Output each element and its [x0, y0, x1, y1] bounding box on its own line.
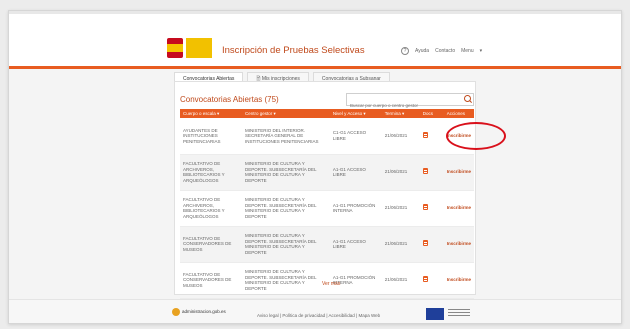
chevron-down-icon[interactable]: ▾ [480, 48, 483, 54]
termina-cell: 21/06/2021 [381, 226, 420, 263]
inscribirme-link[interactable]: Inscribirme [447, 169, 471, 174]
government-logo[interactable] [167, 38, 213, 58]
docs-cell [419, 190, 444, 227]
inscribirme-link[interactable]: Inscribirme [447, 205, 471, 210]
nivel-cell: A1-G1 PROMOCIÓN INTERNA [329, 262, 382, 299]
ver-mas-link[interactable]: Ver más [322, 281, 340, 287]
logo-text: administracion.gob.es [182, 309, 226, 315]
search-icon[interactable] [464, 95, 471, 102]
app-title: Inscripción de Pruebas Selectivas [222, 45, 365, 56]
cuerpo-cell: FACULTATIVO DE ARCHIVEROS, BIBLIOTECARIO… [180, 154, 242, 191]
table-row: AYUDANTES DE INSTITUCIONES PENITENCIARIA… [180, 118, 474, 155]
docs-cell [419, 262, 444, 299]
column-header-docs: Docs [419, 109, 444, 118]
administracion-logo[interactable]: administracion.gob.es [172, 308, 238, 320]
pdf-icon[interactable] [422, 204, 428, 211]
contact-link[interactable]: Contacto [435, 48, 455, 54]
column-header-nivel[interactable]: Nivel y Acceso ▾ [329, 109, 382, 118]
help-link[interactable]: Ayuda [415, 48, 429, 54]
docs-cell [419, 118, 444, 155]
table-row: FACULTATIVO DE ARCHIVEROS, BIBLIOTECARIO… [180, 190, 474, 227]
pdf-icon[interactable] [422, 168, 428, 175]
actions-cell: Inscribirme [443, 226, 474, 263]
top-nav: ? Ayuda Contacto Menu ▾ [401, 47, 482, 55]
pdf-icon[interactable] [422, 132, 428, 138]
table-row: FACULTATIVO DE CONSERVADORES DE MUSEOS M… [180, 226, 474, 263]
menu-button[interactable]: Menu [461, 48, 474, 54]
eu-funding-text [448, 309, 470, 318]
logo-mark-icon [172, 308, 180, 316]
coat-of-arms-icon [167, 38, 183, 58]
cuerpo-cell: FACULTATIVO DE CONSERVADORES DE MUSEOS [180, 226, 242, 263]
help-icon[interactable]: ? [401, 47, 409, 55]
nivel-cell: C1-G1 ACCESO LIBRE [329, 118, 382, 155]
centro-cell: MINISTERIO DE CULTURA Y DEPORTE. SUBSECR… [241, 226, 330, 263]
nivel-cell: A1-G1 ACCESO LIBRE [329, 154, 382, 191]
table-header-row: Cuerpo o escala ▾ Centro gestor ▾ Nivel … [180, 109, 474, 118]
table-row: FACULTATIVO DE ARCHIVEROS, BIBLIOTECARIO… [180, 154, 474, 191]
browser-window: Inscripción de Pruebas Selectivas ? Ayud… [8, 10, 622, 324]
footer-links[interactable]: Aviso legal | Política de privacidad | A… [257, 313, 380, 318]
pdf-icon[interactable] [422, 276, 428, 283]
convocatorias-table: Cuerpo o escala ▾ Centro gestor ▾ Nivel … [180, 109, 474, 299]
search-box [346, 93, 474, 111]
section-title: Convocatorias Abiertas (75) [180, 95, 279, 104]
site-footer: administracion.gob.es Aviso legal | Polí… [9, 299, 621, 323]
actions-cell: Inscribirme [443, 154, 474, 191]
centro-cell: MINISTERIO DE CULTURA Y DEPORTE. SUBSECR… [241, 262, 330, 299]
termina-cell: 21/06/2021 [381, 190, 420, 227]
centro-cell: MINISTERIO DE CULTURA Y DEPORTE. SUBSECR… [241, 154, 330, 191]
column-header-acciones: Acciones [443, 109, 474, 118]
table-row: FACULTATIVO DE CONSERVADORES DE MUSEOS M… [180, 262, 474, 299]
docs-cell [419, 226, 444, 263]
termina-cell: 21/06/2021 [381, 154, 420, 191]
column-header-cuerpo[interactable]: Cuerpo o escala ▾ [180, 109, 242, 118]
inscribirme-link[interactable]: Inscribirme [447, 241, 471, 246]
ministry-logo-text [186, 38, 212, 58]
cuerpo-cell: FACULTATIVO DE ARCHIVEROS, BIBLIOTECARIO… [180, 190, 242, 227]
centro-cell: MINISTERIO DEL INTERIOR. SECRETARÍA GENE… [241, 118, 330, 155]
actions-cell: Inscribirme [443, 190, 474, 227]
docs-cell [419, 154, 444, 191]
inscribirme-link[interactable]: Inscribirme [447, 277, 471, 282]
nivel-cell: A1-G1 PROMOCIÓN INTERNA [329, 190, 382, 227]
cuerpo-cell: FACULTATIVO DE CONSERVADORES DE MUSEOS [180, 262, 242, 299]
actions-cell: Inscribirme [443, 262, 474, 299]
eu-flag-icon [426, 308, 444, 320]
cuerpo-cell: AYUDANTES DE INSTITUCIONES PENITENCIARIA… [180, 118, 242, 155]
termina-cell: 21/06/2021 [381, 262, 420, 299]
column-header-termina[interactable]: Termina ▾ [381, 109, 420, 118]
pdf-icon[interactable] [422, 240, 428, 247]
site-header [9, 14, 621, 66]
nivel-cell: A1-G1 ACCESO LIBRE [329, 226, 382, 263]
highlight-annotation [446, 122, 506, 150]
termina-cell: 21/06/2021 [381, 118, 420, 155]
column-header-centro[interactable]: Centro gestor ▾ [241, 109, 330, 118]
centro-cell: MINISTERIO DE CULTURA Y DEPORTE. SUBSECR… [241, 190, 330, 227]
